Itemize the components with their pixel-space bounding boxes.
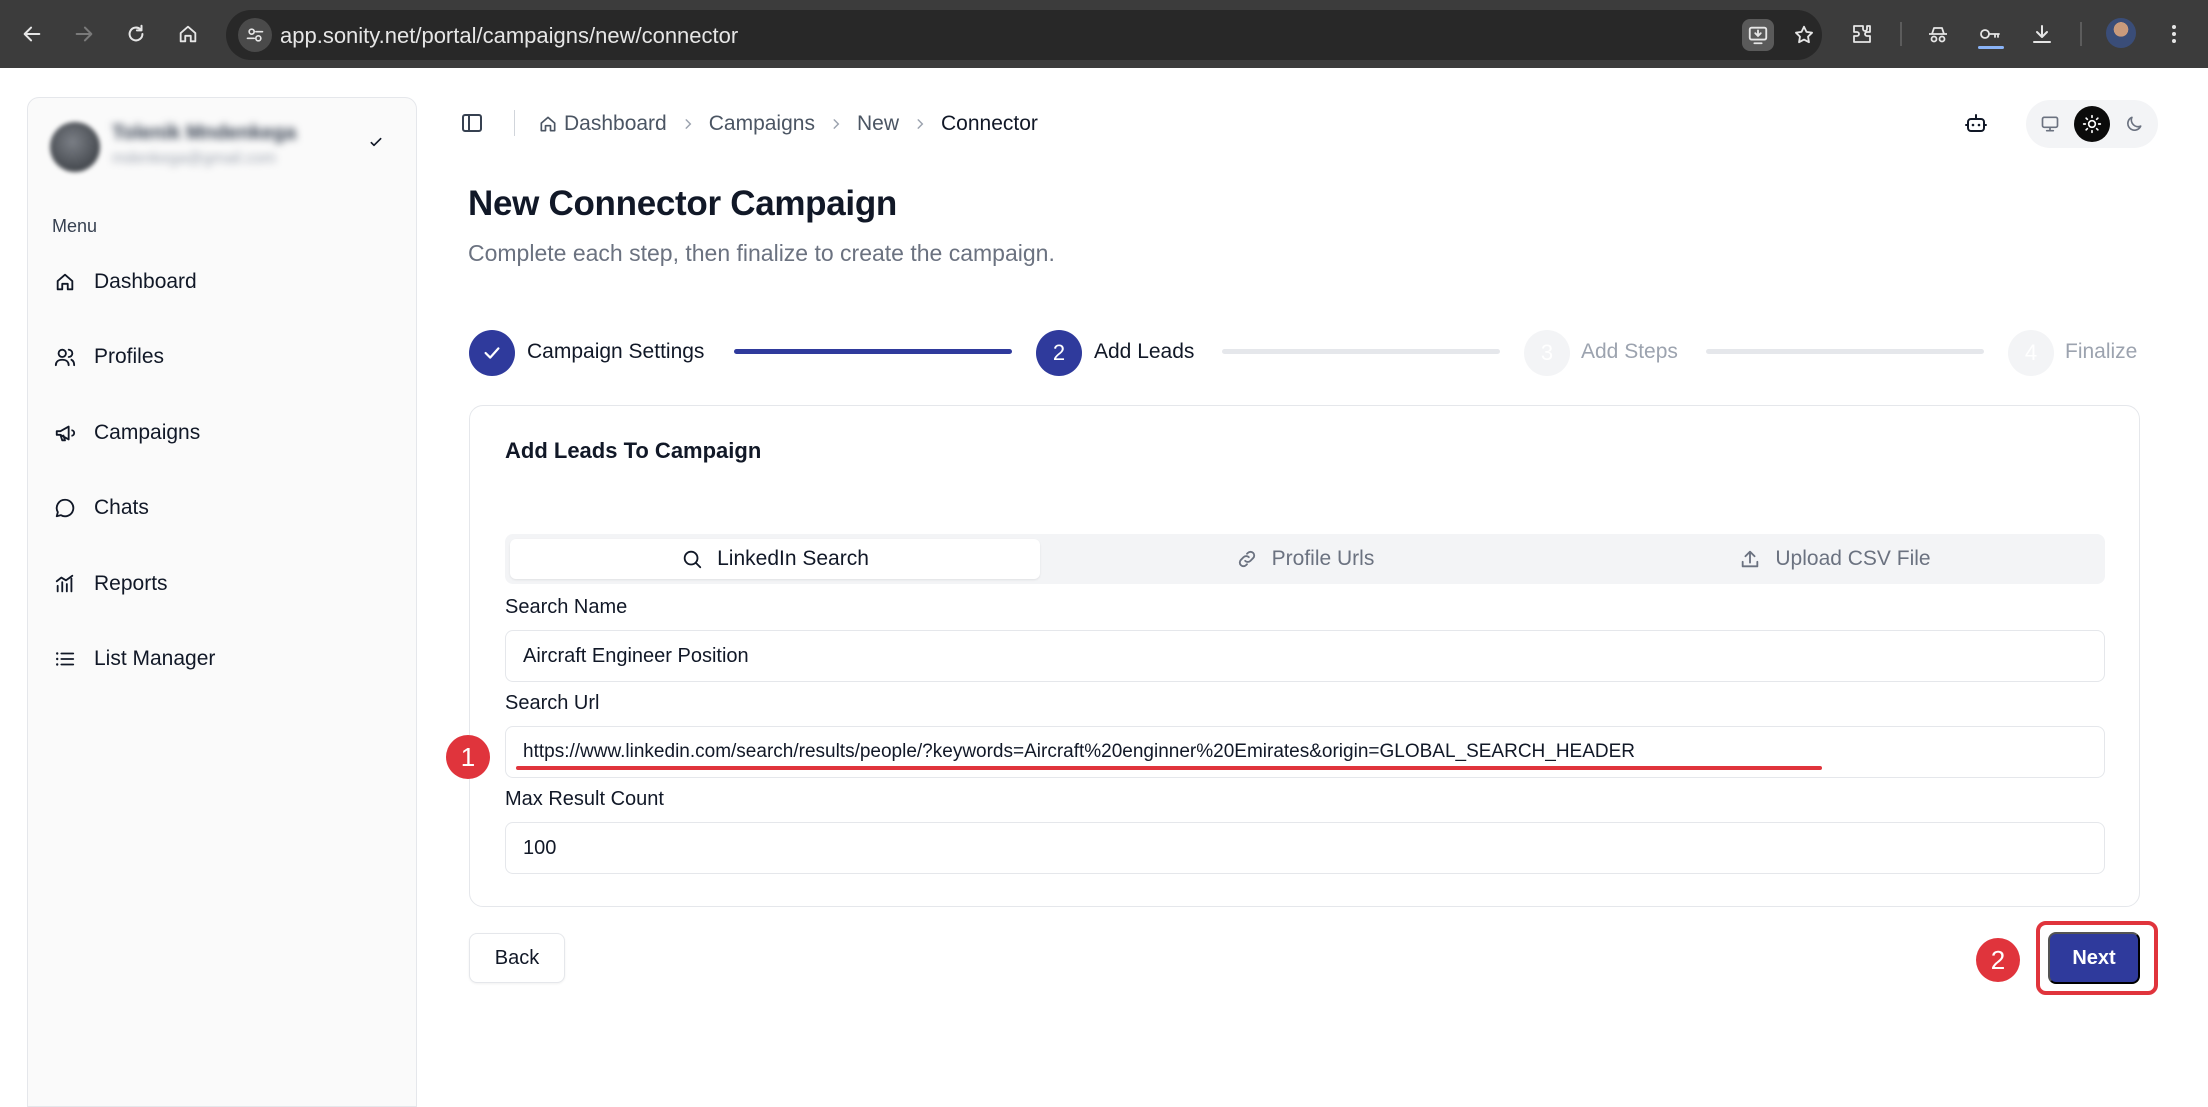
max-result-input[interactable]: 100 (505, 822, 2105, 874)
sidebar-item-label: Profiles (94, 345, 165, 368)
chevron-right-icon (913, 117, 927, 131)
sidebar-item-reports[interactable]: Reports (44, 560, 400, 608)
breadcrumb-campaigns[interactable]: Campaigns (709, 112, 815, 136)
url-text[interactable]: app.sonity.net/portal/campaigns/new/conn… (280, 23, 738, 49)
sidebar-item-chats[interactable]: Chats (44, 484, 400, 532)
address-bar[interactable]: app.sonity.net/portal/campaigns/new/conn… (226, 10, 1822, 60)
breadcrumb-connector: Connector (940, 112, 1038, 135)
next-button[interactable]: Next (2048, 932, 2140, 984)
step-1-check-icon (469, 330, 515, 376)
link-icon (1236, 548, 1258, 570)
sidebar-toggle-icon[interactable] (458, 109, 486, 137)
forward-arrow-icon[interactable] (66, 16, 102, 52)
home-icon (52, 269, 78, 295)
home-icon (538, 114, 558, 134)
breadcrumb-new[interactable]: New (857, 112, 899, 136)
tab-upload-csv[interactable]: Upload CSV File (1570, 539, 2100, 579)
breadcrumb-label: Dashboard (564, 112, 667, 135)
sidebar-item-label: Dashboard (94, 270, 197, 293)
tab-label: Upload CSV File (1775, 547, 1931, 570)
step-2-label: Add Leads (1094, 340, 1195, 363)
breadcrumb-dashboard[interactable]: Dashboard (538, 112, 667, 136)
install-app-icon[interactable] (1742, 19, 1774, 51)
home-icon[interactable] (170, 16, 206, 52)
page-title: New Connector Campaign (468, 184, 898, 223)
tab-label: LinkedIn Search (717, 547, 869, 570)
page-subtitle: Complete each step, then finalize to cre… (468, 240, 1055, 266)
theme-switcher (2026, 100, 2158, 148)
more-vertical-icon[interactable] (2156, 16, 2192, 52)
active-indicator (1978, 46, 2004, 49)
sidebar-item-label: List Manager (94, 647, 216, 670)
sidebar-item-label: Chats (94, 496, 149, 519)
tab-profile-urls[interactable]: Profile Urls (1040, 539, 1570, 579)
chevron-right-icon (681, 117, 695, 131)
step-4-label: Finalize (2065, 340, 2138, 363)
sun-icon[interactable] (2074, 106, 2110, 142)
bookmark-star-icon[interactable] (1788, 19, 1820, 51)
reload-icon[interactable] (118, 16, 154, 52)
step-3-number: 3 (1524, 330, 1570, 376)
sidebar-item-label: Campaigns (94, 421, 201, 444)
menu-label: Menu (52, 216, 98, 236)
card-title: Add Leads To Campaign (505, 438, 762, 463)
incognito-icon[interactable] (1920, 16, 1956, 52)
step-connector-3 (1706, 349, 1984, 354)
step-1-label: Campaign Settings (527, 340, 705, 363)
chevron-right-icon (829, 117, 843, 131)
search-name-input[interactable]: Aircraft Engineer Position (505, 630, 2105, 682)
monitor-icon[interactable] (2032, 106, 2068, 142)
step-2-number: 2 (1036, 330, 1082, 376)
extensions-icon[interactable] (1844, 16, 1880, 52)
search-url-input[interactable]: https://www.linkedin.com/search/results/… (505, 726, 2105, 778)
header-divider (514, 110, 515, 136)
sidebar-item-list-manager[interactable]: List Manager (44, 635, 400, 683)
add-leads-card: Add Leads To Campaign LinkedIn Search Pr… (469, 405, 2140, 907)
toolbar-divider (1900, 22, 1902, 46)
user-email: mdenkega@gmail.com (112, 150, 276, 167)
step-4-number: 4 (2008, 330, 2054, 376)
annotation-badge-2: 2 (1976, 938, 2020, 982)
sidebar-item-profiles[interactable]: Profiles (44, 333, 400, 381)
bot-icon[interactable] (1962, 110, 1990, 138)
profile-avatar[interactable] (2106, 18, 2136, 48)
browser-toolbar: app.sonity.net/portal/campaigns/new/conn… (0, 0, 2208, 68)
megaphone-icon (52, 420, 78, 446)
annotation-underline (516, 766, 1822, 770)
max-result-label: Max Result Count (505, 788, 664, 810)
site-settings-icon[interactable] (238, 18, 272, 52)
list-icon (52, 646, 78, 672)
chat-bubble-icon (52, 495, 78, 521)
user-avatar[interactable] (50, 122, 100, 172)
search-name-label: Search Name (505, 596, 628, 618)
chart-icon (52, 571, 78, 597)
sidebar-item-dashboard[interactable]: Dashboard (44, 258, 400, 306)
toolbar-divider (2080, 22, 2082, 46)
search-icon (681, 548, 703, 570)
tab-linkedin-search[interactable]: LinkedIn Search (510, 539, 1040, 579)
search-url-label: Search Url (505, 692, 600, 714)
users-icon (52, 344, 78, 370)
moon-icon[interactable] (2116, 106, 2152, 142)
tab-label: Profile Urls (1271, 547, 1375, 570)
step-connector-2 (1222, 349, 1500, 354)
annotation-badge-1: 1 (446, 735, 490, 779)
user-menu-chevron-icon[interactable] (368, 134, 384, 155)
breadcrumb: Dashboard Campaigns New Connector (538, 109, 1038, 139)
user-name: Tolenik Mndenkega (112, 122, 297, 144)
sidebar: Tolenik Mndenkega mdenkega@gmail.com Men… (27, 97, 417, 1107)
download-icon[interactable] (2024, 16, 2060, 52)
lead-source-tabs: LinkedIn Search Profile Urls Upload CSV … (505, 534, 2105, 584)
upload-icon (1739, 548, 1761, 570)
step-3-label: Add Steps (1581, 340, 1678, 363)
step-connector-1 (734, 349, 1012, 354)
sidebar-item-campaigns[interactable]: Campaigns (44, 409, 400, 457)
back-button[interactable]: Back (469, 933, 565, 983)
back-arrow-icon[interactable] (14, 16, 50, 52)
sidebar-item-label: Reports (94, 572, 168, 595)
